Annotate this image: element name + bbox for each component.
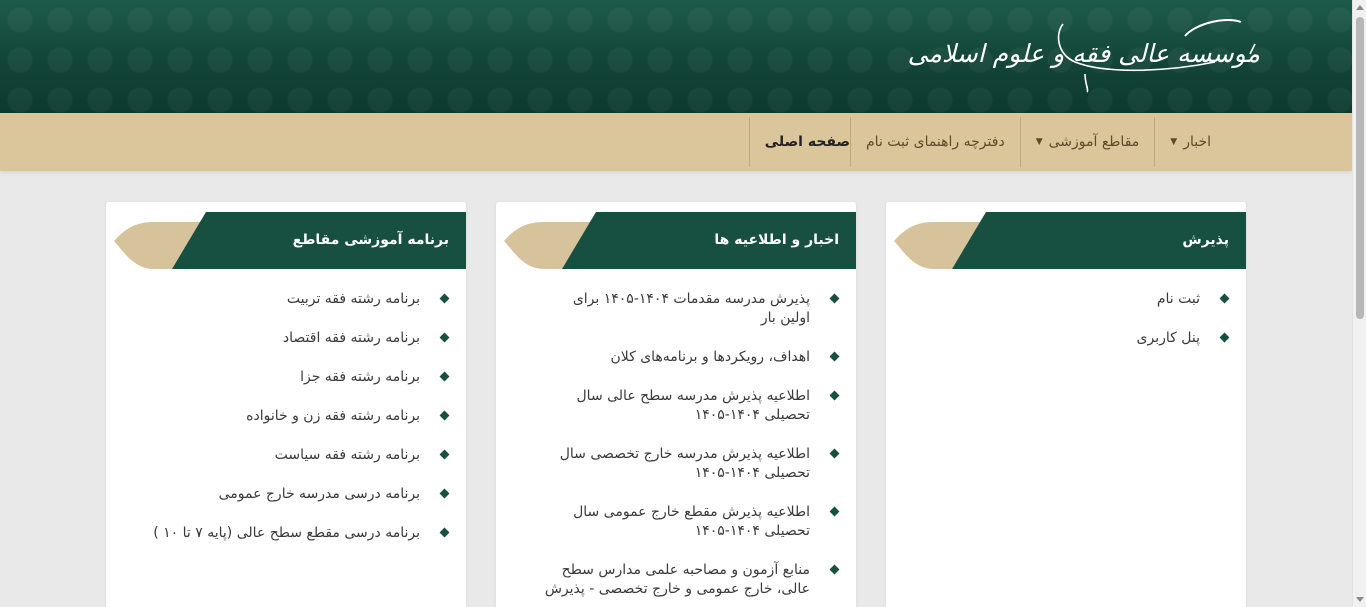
scroll-up-arrow-icon[interactable] [1356,5,1364,10]
list-item-label: برنامه درسی مقطع سطح عالی (پایه ۷ تا ۱۰ … [153,525,420,541]
admission-card-header: پذیرش [886,212,1246,269]
main-navbar: صفحه اصلی دفترچه راهنمای ثبت نام مقاطع آ… [0,113,1352,171]
nav-education-levels[interactable]: مقاطع آموزشی ▼ [1019,117,1155,167]
programs-card: برنامه آموزشی مقاطع برنامه رشته فقه تربی… [106,202,466,607]
nav-home-label: صفحه اصلی [764,134,851,150]
list-item[interactable]: برنامه درسی مقطع سطح عالی (پایه ۷ تا ۱۰ … [138,524,450,543]
bullet-diamond-icon [439,410,450,421]
programs-card-header: برنامه آموزشی مقاطع [106,212,466,269]
logo-text: موسسه عالی فقه و علوم اسلامی [907,39,1260,68]
news-list: پذیرش مدرسه مقدمات ۱۴۰۴-۱۴۰۵ برای اولین … [540,290,840,607]
nav-home[interactable]: صفحه اصلی [748,117,851,167]
list-item[interactable]: برنامه رشته فقه تربیت [138,290,450,309]
list-item-label: اهداف، رویکردها و برنامه‌های کلان [610,349,810,365]
list-item[interactable]: پذیرش مدرسه مقدمات ۱۴۰۴-۱۴۰۵ برای اولین … [540,290,840,328]
list-item[interactable]: برنامه رشته فقه سیاست [138,446,450,465]
list-item-label: برنامه رشته فقه جزا [300,369,420,385]
nav-registration-guide[interactable]: دفترچه راهنمای ثبت نام [850,117,1020,167]
news-card-header: اخبار و اطلاعیه ها [496,212,856,269]
card-title: برنامه آموزشی مقاطع [292,232,449,248]
bullet-diamond-icon [1219,293,1230,304]
list-item-label: برنامه رشته فقه سیاست [274,447,420,463]
list-item[interactable]: برنامه رشته فقه اقتصاد [138,329,450,348]
list-item[interactable]: برنامه درسی مدرسه خارج عمومی [138,485,450,504]
list-item-label: اطلاعیه پذیرش مدرسه خارج تخصصی سال تحصیل… [559,446,810,481]
list-item[interactable]: اطلاعیه پذیرش مدرسه سطح عالی سال تحصیلی … [540,387,840,425]
list-item-label: اطلاعیه پذیرش مقطع خارج عمومی سال تحصیلی… [573,504,810,539]
nav-education-levels-label: مقاطع آموزشی [1048,134,1140,150]
list-item[interactable]: برنامه رشته فقه زن و خانواده [138,407,450,426]
bullet-diamond-icon [439,449,450,460]
list-item-label: پنل کاربری [1136,330,1200,346]
card-title: پذیرش [1182,232,1229,248]
list-item[interactable]: اهداف، رویکردها و برنامه‌های کلان [540,348,840,367]
list-item[interactable]: اطلاعیه پذیرش مقطع خارج عمومی سال تحصیلی… [540,503,840,541]
nav-news-label: اخبار [1183,134,1211,150]
list-item-label: اطلاعیه پذیرش مدرسه سطح عالی سال تحصیلی … [576,388,811,423]
bullet-diamond-icon [829,448,840,459]
list-item-label: برنامه رشته فقه تربیت [286,291,420,307]
scroll-down-arrow-icon[interactable] [1356,597,1364,602]
list-item-label: برنامه درسی مدرسه خارج عمومی [218,486,420,502]
bullet-diamond-icon [829,564,840,575]
bullet-diamond-icon [439,371,450,382]
list-item[interactable]: ثبت نام [918,290,1230,309]
chevron-down-icon: ▼ [1170,137,1178,147]
news-card: اخبار و اطلاعیه ها پذیرش مدرسه مقدمات ۱۴… [496,202,856,607]
list-item-label: منابع آزمون و مصاحبه علمی مدارس سطح عالی… [544,562,810,597]
bullet-diamond-icon [829,390,840,401]
card-title: اخبار و اطلاعیه ها [714,232,839,248]
bullet-diamond-icon [439,488,450,499]
bullet-diamond-icon [439,527,450,538]
list-item-label: برنامه رشته فقه اقتصاد [282,330,420,346]
chevron-down-icon: ▼ [1035,137,1043,147]
site-logo[interactable]: موسسه عالی فقه و علوم اسلامی [908,14,1260,96]
site-header: موسسه عالی فقه و علوم اسلامی [0,0,1352,113]
list-item-label: برنامه رشته فقه زن و خانواده [246,408,420,424]
bullet-diamond-icon [829,293,840,304]
nav-menu: صفحه اصلی دفترچه راهنمای ثبت نام مقاطع آ… [748,117,1226,167]
admission-list: ثبت نام پنل کاربری [918,290,1230,368]
bullet-diamond-icon [829,506,840,517]
nav-registration-guide-label: دفترچه راهنمای ثبت نام [866,134,1005,150]
nav-news[interactable]: اخبار ▼ [1154,117,1226,167]
list-item-label: ثبت نام [1156,291,1200,307]
page-scrollbar[interactable] [1352,0,1366,607]
bullet-diamond-icon [439,293,450,304]
scrollbar-thumb[interactable] [1356,17,1364,319]
list-item[interactable]: پنل کاربری [918,329,1230,348]
list-item[interactable]: اطلاعیه پذیرش مدرسه خارج تخصصی سال تحصیل… [540,445,840,483]
list-item-label: پذیرش مدرسه مقدمات ۱۴۰۴-۱۴۰۵ برای اولین … [572,291,810,326]
list-item[interactable]: برنامه رشته فقه جزا [138,368,450,387]
bullet-diamond-icon [1219,332,1230,343]
admission-card: پذیرش ثبت نام پنل کاربری [886,202,1246,607]
programs-list: برنامه رشته فقه تربیت برنامه رشته فقه اق… [138,290,450,563]
list-item[interactable]: منابع آزمون و مصاحبه علمی مدارس سطح عالی… [540,561,840,599]
bullet-diamond-icon [829,351,840,362]
bullet-diamond-icon [439,332,450,343]
